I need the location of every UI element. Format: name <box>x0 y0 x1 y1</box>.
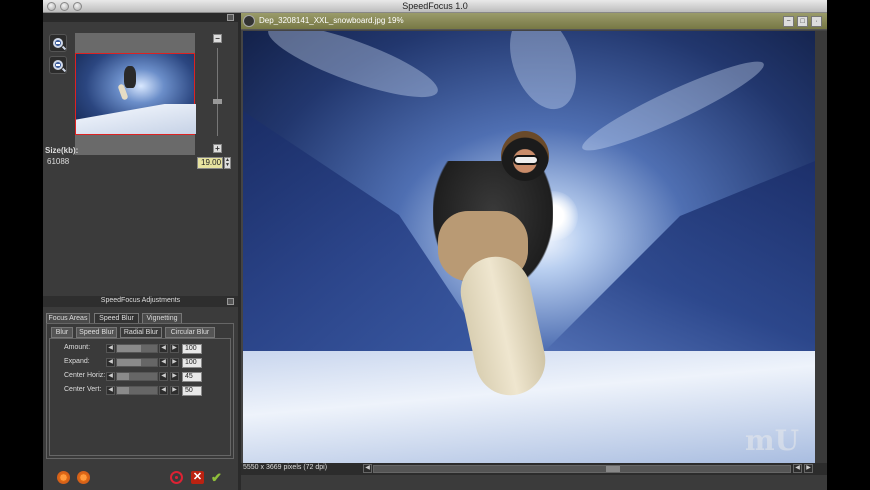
amount-label: Amount: <box>64 344 91 351</box>
radial-blur-controls: Amount: ◀ ◀ ▶ 100 Expand: ◀ ◀ ▶ 100 Cent… <box>49 338 231 456</box>
bottom-strip <box>241 475 827 490</box>
settings-gear-icon[interactable] <box>57 471 70 484</box>
zoom-slider-knob[interactable] <box>213 99 222 104</box>
expand-increase-button[interactable]: ▶ <box>170 358 179 367</box>
center-vert-value-field[interactable]: 50 <box>182 386 202 396</box>
center-vert-increase-button[interactable]: ▶ <box>170 386 179 395</box>
center-vert-step-left-button[interactable]: ◀ <box>159 386 168 395</box>
zoom-slider-track[interactable] <box>217 48 218 136</box>
center-vert-decrease-button[interactable]: ◀ <box>106 386 115 395</box>
size-value: 61088 <box>47 157 70 166</box>
macupdate-watermark-logo: mU <box>744 424 799 457</box>
expand-decrease-button[interactable]: ◀ <box>106 358 115 367</box>
center-horiz-increase-button[interactable]: ▶ <box>170 372 179 381</box>
center-horiz-decrease-button[interactable]: ◀ <box>106 372 115 381</box>
detach-navigator-button[interactable] <box>227 14 234 21</box>
subtab-speed-blur[interactable]: Speed Blur <box>76 327 117 338</box>
apply-checkmark-icon[interactable]: ✔ <box>211 471 224 484</box>
image-dimensions-status: 5550 x 3669 pixels (72 dpi) <box>243 464 328 471</box>
expand-value-field[interactable]: 100 <box>182 358 202 368</box>
cancel-x-icon[interactable]: ✕ <box>191 471 204 484</box>
doc-close-button[interactable]: · <box>811 16 822 27</box>
scroll-left-icon[interactable]: ◀ <box>363 464 372 473</box>
center-horiz-slider[interactable] <box>116 372 158 381</box>
doc-minimize-button[interactable]: − <box>783 16 794 27</box>
preview-thumbnail[interactable] <box>75 53 196 135</box>
zoom-out-button[interactable] <box>49 56 67 74</box>
panel-divider[interactable] <box>238 13 241 490</box>
navigator-preview[interactable] <box>75 33 196 155</box>
horizontal-scroll-knob[interactable] <box>606 466 620 472</box>
subtab-circular-blur[interactable]: Circular Blur <box>165 327 215 338</box>
document-title: Dep_3208141_XXL_snowboard.jpg 19% <box>259 16 404 25</box>
center-horiz-value-field[interactable]: 45 <box>182 372 202 382</box>
subtab-radial-blur[interactable]: Radial Blur <box>120 327 162 338</box>
vertical-scrollbar[interactable] <box>815 31 827 463</box>
adjustments-header: SpeedFocus Adjustments <box>43 296 238 307</box>
amount-increase-button[interactable]: ▶ <box>170 344 179 353</box>
center-horiz-label: Center Horiz: <box>64 372 106 379</box>
stepper-down-icon[interactable]: ▼ <box>225 163 230 168</box>
amount-value-field[interactable]: 100 <box>182 344 202 354</box>
center-vert-label: Center Vert: <box>64 386 102 393</box>
title-bar: SpeedFocus 1.0 <box>43 0 827 13</box>
adjustments-panel: Blur Speed Blur Radial Blur Circular Blu… <box>46 323 234 459</box>
subtab-blur[interactable]: Blur <box>51 327 73 338</box>
reset-icon[interactable] <box>170 471 183 484</box>
zoom-in-button[interactable] <box>49 34 67 52</box>
status-bar: 5550 x 3669 pixels (72 dpi) ◀ ◀ ▶ <box>241 463 827 475</box>
amount-step-left-button[interactable]: ◀ <box>159 344 168 353</box>
adjustments-title: SpeedFocus Adjustments <box>100 297 181 304</box>
left-panel: Size(kb): 61088 − + 19.00 ▲ ▼ SpeedFocus… <box>43 13 238 490</box>
zoom-plus-button[interactable]: + <box>213 144 222 153</box>
horizontal-scrollbar[interactable] <box>373 465 791 473</box>
expand-label: Expand: <box>64 358 90 365</box>
expand-step-left-button[interactable]: ◀ <box>159 358 168 367</box>
zoom-percent-field[interactable]: 19.00 <box>197 157 223 169</box>
window-title: SpeedFocus 1.0 <box>402 1 468 11</box>
document-icon <box>243 15 255 27</box>
app-window: SpeedFocus 1.0 Size(kb): 61088 − + 19.00 <box>43 0 827 490</box>
detach-adjustments-button[interactable] <box>227 298 234 305</box>
scroll-right-icon[interactable]: ▶ <box>804 464 813 473</box>
expand-slider[interactable] <box>116 358 158 367</box>
image-canvas[interactable]: mU <box>243 31 815 463</box>
scroll-left-end-icon[interactable]: ◀ <box>793 464 802 473</box>
navigator-header <box>43 13 238 22</box>
zoom-minus-button[interactable]: − <box>213 34 222 43</box>
doc-restore-button[interactable]: □ <box>797 16 808 27</box>
center-horiz-step-left-button[interactable]: ◀ <box>159 372 168 381</box>
size-label: Size(kb): <box>45 146 79 155</box>
amount-decrease-button[interactable]: ◀ <box>106 344 115 353</box>
preferences-gear-icon[interactable] <box>77 471 90 484</box>
zoom-stepper[interactable]: ▲ ▼ <box>224 157 231 169</box>
document-header: Dep_3208141_XXL_snowboard.jpg 19% − □ · <box>241 13 827 30</box>
center-vert-slider[interactable] <box>116 386 158 395</box>
amount-slider[interactable] <box>116 344 158 353</box>
